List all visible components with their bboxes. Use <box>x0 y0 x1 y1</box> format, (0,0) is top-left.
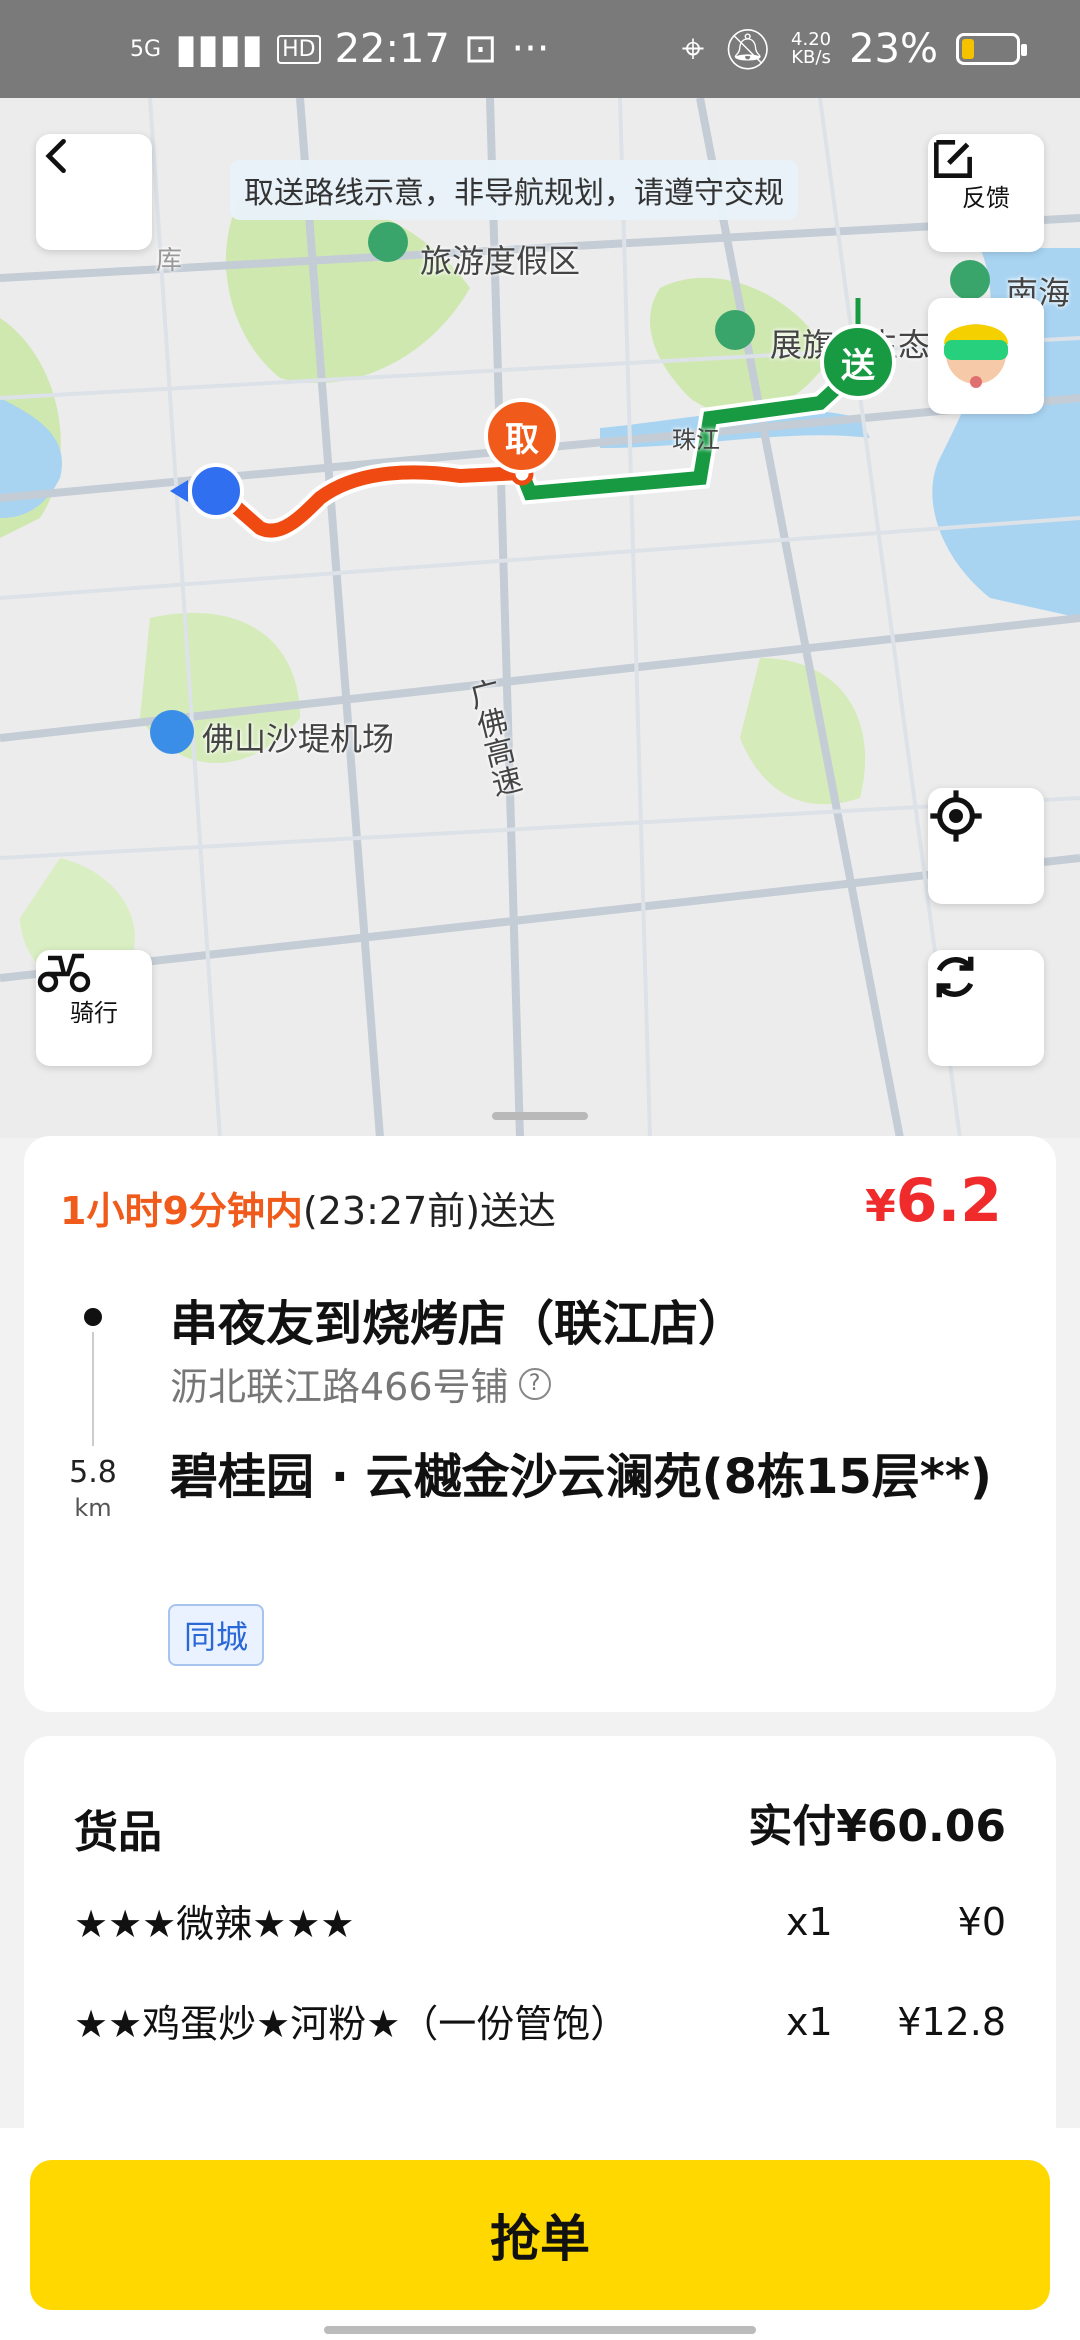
shop-name: 串夜友到烧烤店（联江店） <box>170 1296 747 1352</box>
eta-highlight: 1小时9分钟内 <box>60 1189 303 1233</box>
battery-fill <box>962 39 974 59</box>
back-arrow-icon <box>45 138 66 174</box>
poi-icon <box>368 222 408 262</box>
back-button[interactable] <box>36 134 152 250</box>
status-bar: 5G ▮▮▮▮ HD 22:17 ⊡ ··· ⌖ 🔕︎ 4.20 KB/s 23… <box>0 0 1080 98</box>
ride-mode-button[interactable]: 骑行 <box>36 950 152 1066</box>
edit-icon <box>934 140 972 178</box>
green-area <box>225 192 470 384</box>
battery-icon <box>956 33 1027 65</box>
scooter-icon <box>37 953 91 993</box>
notification-icon: ⊡ <box>463 26 498 72</box>
map-label-resort: 旅游度假区 <box>420 242 581 280</box>
fee-value: 6.2 <box>895 1166 1002 1236</box>
rider-location <box>188 463 244 519</box>
goods-total: 实付¥60.06 <box>748 1801 1006 1852</box>
screen: 5G ▮▮▮▮ HD 22:17 ⊡ ··· ⌖ 🔕︎ 4.20 KB/s 23… <box>0 0 1080 2340</box>
grab-order-button[interactable]: 抢单 <box>30 2160 1050 2310</box>
route-connector <box>92 1332 94 1446</box>
net-speed: 4.20 KB/s <box>791 29 832 68</box>
clock: 22:17 <box>334 26 450 72</box>
location-icon: ⌖ <box>681 26 705 72</box>
locate-icon <box>930 790 982 842</box>
feedback-button[interactable]: 反馈 <box>928 134 1044 252</box>
hd-icon: HD <box>277 34 321 64</box>
distance-value: 5.8 <box>69 1455 117 1490</box>
distance: 5.8 km <box>64 1456 122 1525</box>
goods-item-qty: x1 <box>786 1900 833 1944</box>
network-icon: 5G <box>130 36 162 62</box>
mascot-button[interactable] <box>928 298 1044 414</box>
eta-deadline: (23:27前)送达 <box>302 1189 557 1233</box>
eta-text: 1小时9分钟内(23:27前)送达 <box>60 1180 556 1235</box>
route-map[interactable]: 旅游度假区 展旗峰生态公园 南海 佛山沙堤机场 珠江 库 广佛高速 取 送 取送… <box>0 98 1080 1138</box>
goods-card: 货品 实付¥60.06 ★★★微辣★★★ x1 ¥0 ★★鸡蛋炒★河粉★（一份管… <box>24 1736 1056 2156</box>
goods-item-price: ¥12.8 <box>897 2000 1006 2044</box>
green-area <box>740 658 866 805</box>
goods-item-name: ★★★微辣★★★ <box>74 1902 355 1946</box>
delivery-fee: ¥6.2 <box>865 1166 1002 1236</box>
shop-address-row: 沥北联江路466号铺 ? <box>170 1356 551 1411</box>
help-icon[interactable]: ? <box>518 1367 551 1400</box>
distance-unit: km <box>74 1494 112 1522</box>
pickup-dot-icon <box>84 1308 102 1326</box>
goods-item-name: ★★鸡蛋炒★河粉★（一份管饱） <box>74 2002 629 2046</box>
airport-icon <box>150 710 194 754</box>
destination-address: 碧桂园 · 云樾金沙云澜苑(8栋15层**) <box>170 1449 992 1505</box>
ride-label: 骑行 <box>70 998 118 1027</box>
shop-address: 沥北联江路466号铺 <box>170 1365 509 1409</box>
refresh-button[interactable] <box>928 950 1044 1066</box>
map-label-ku: 库 <box>156 246 183 276</box>
bottom-action-bar: 抢单 <box>0 2128 1080 2340</box>
poi-icon <box>715 310 755 350</box>
mute-icon: 🔕︎ <box>722 26 774 73</box>
pickup-pin[interactable]: 取 <box>484 398 560 474</box>
refresh-icon <box>936 956 974 998</box>
home-indicator[interactable] <box>324 2326 756 2334</box>
more-icon: ··· <box>511 26 550 72</box>
goods-item-qty: x1 <box>786 2000 833 2044</box>
map-label-river: 珠江 <box>672 426 720 454</box>
goods-item-price: ¥0 <box>957 1900 1006 1944</box>
poi-icon <box>950 260 990 300</box>
fee-currency: ¥ <box>865 1181 896 1232</box>
deliver-pin[interactable]: 送 <box>820 324 896 400</box>
locate-button[interactable] <box>928 788 1044 904</box>
route-notice: 取送路线示意，非导航规划，请遵守交规 <box>230 160 798 220</box>
map-label-airport: 佛山沙堤机场 <box>202 720 395 758</box>
signal-icon: ▮▮▮▮ <box>175 26 264 72</box>
order-route-card: 1小时9分钟内(23:27前)送达 ¥6.2 5.8 km 串夜友到烧烤店（联江… <box>24 1136 1056 1712</box>
battery-percent: 23% <box>849 26 938 72</box>
goods-title: 货品 <box>74 1807 162 1858</box>
sheet-handle[interactable] <box>492 1112 588 1120</box>
mascot-avatar-icon <box>944 324 1008 388</box>
same-city-tag: 同城 <box>168 1604 265 1666</box>
